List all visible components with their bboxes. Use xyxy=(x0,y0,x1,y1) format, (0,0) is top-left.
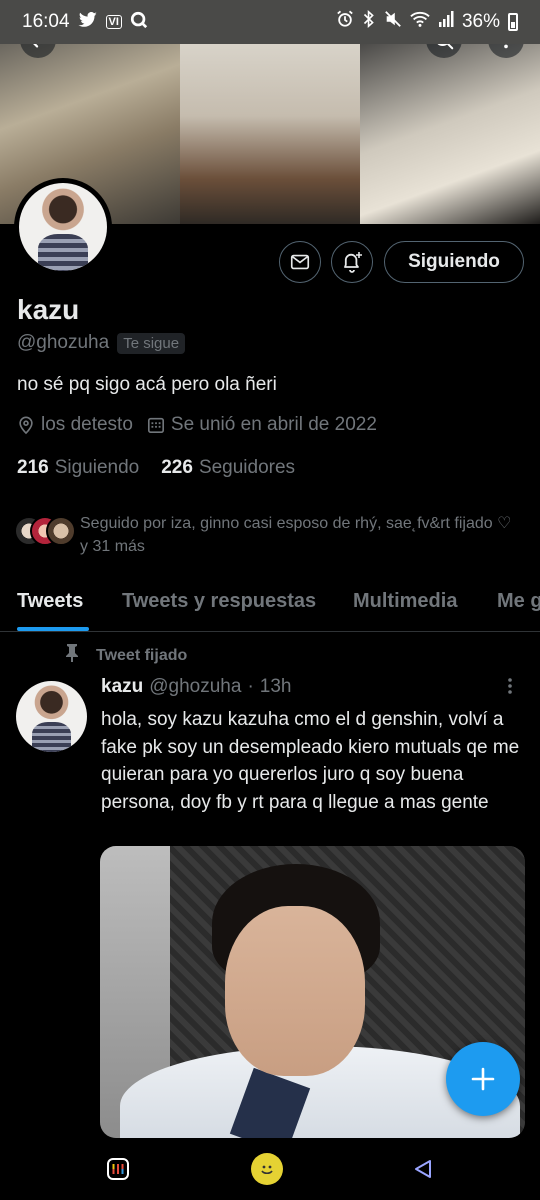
recents-button[interactable] xyxy=(101,1152,135,1186)
handle-row: @ghozuha Te sigue xyxy=(17,332,186,354)
bluetooth-icon xyxy=(362,9,376,34)
back-icon xyxy=(415,1160,431,1178)
avatar-image xyxy=(19,183,107,271)
profile-handle: @ghozuha xyxy=(17,332,110,353)
media-face xyxy=(225,906,365,1076)
location-pin-icon xyxy=(19,416,33,435)
following-label: Siguiendo xyxy=(54,457,140,478)
vi-icon: VI xyxy=(105,15,122,29)
plus-icon xyxy=(471,1067,495,1091)
active-tab-indicator xyxy=(17,627,89,631)
tweet-text: hola, soy kazu kazuha cmo el d genshin, … xyxy=(101,709,520,813)
mute-icon xyxy=(384,10,402,34)
profile-name: kazu xyxy=(17,294,80,325)
back-nav-button[interactable] xyxy=(406,1152,440,1186)
followers-count: 226 xyxy=(161,457,193,478)
profile-avatar[interactable] xyxy=(14,178,112,276)
tweet-timestamp: 13h xyxy=(259,676,292,697)
calendar-icon xyxy=(147,417,164,434)
pin-icon xyxy=(62,643,82,668)
envelope-icon xyxy=(290,254,310,270)
location-item: los detesto xyxy=(17,414,133,436)
tab-media[interactable]: Multimedia xyxy=(353,590,457,613)
home-button[interactable] xyxy=(251,1153,283,1185)
following-count: 216 xyxy=(17,457,49,478)
message-button[interactable] xyxy=(279,241,321,283)
tab-tweets[interactable]: Tweets xyxy=(17,590,83,613)
following-count-link[interactable]: 216 Siguiendo xyxy=(17,457,139,479)
banner-photo-door xyxy=(180,44,360,224)
followed-by-row[interactable]: Seguido por iza, ginno casi esposo de rh… xyxy=(14,512,520,558)
compose-tweet-button[interactable] xyxy=(446,1042,520,1116)
battery-level: 36% xyxy=(461,11,500,32)
signal-icon xyxy=(438,10,454,34)
alarm-icon xyxy=(336,10,354,34)
tab-likes[interactable]: Me g xyxy=(497,590,540,613)
tweet-author-avatar[interactable] xyxy=(16,681,87,752)
location-text: los detesto xyxy=(41,414,133,435)
follow-counts: 216 Siguiendo 226 Seguidores xyxy=(17,457,317,479)
profile-meta: los detesto Se unió en abril de 2022 xyxy=(17,414,391,436)
profile-bio: no sé pq sigo acá pero ola ñeri xyxy=(17,374,277,395)
tweet-separator: · xyxy=(247,676,254,697)
status-bar: 16:04 VI 36% xyxy=(0,0,540,44)
followers-label: Seguidores xyxy=(198,457,296,478)
status-left: 16:04 VI xyxy=(22,11,148,34)
system-nav-bar xyxy=(0,1138,540,1200)
home-icon xyxy=(261,1165,273,1175)
followed-by-text: Seguido por iza, ginno casi esposo de rh… xyxy=(80,515,512,555)
clock: 16:04 xyxy=(22,11,70,32)
profile-tabs: Tweets Tweets y respuestas Multimedia Me… xyxy=(0,570,540,632)
tweet-header: kazu @ghozuha · 13h xyxy=(101,676,291,698)
pinned-indicator: Tweet fijado xyxy=(62,643,187,668)
notifications-button[interactable] xyxy=(331,241,373,283)
tweet-more-button[interactable] xyxy=(502,674,518,704)
q-icon xyxy=(130,11,148,34)
banner-photo-table xyxy=(360,44,540,224)
followers-count-link[interactable]: 226 Seguidores xyxy=(161,457,295,479)
recents-icon xyxy=(107,1158,129,1180)
tweet-author-handle: @ghozuha xyxy=(149,676,242,697)
twitter-icon xyxy=(77,11,98,33)
battery-icon xyxy=(508,13,518,31)
pinned-label: Tweet fijado xyxy=(96,646,188,664)
tweet-author-name[interactable]: kazu xyxy=(101,676,143,698)
following-button[interactable]: Siguiendo xyxy=(384,241,524,283)
bell-plus-icon xyxy=(344,252,362,273)
joined-item: Se unió en abril de 2022 xyxy=(147,414,377,436)
more-vertical-icon xyxy=(508,678,512,694)
follows-you-badge: Te sigue xyxy=(117,332,186,354)
status-right: 36% xyxy=(336,9,518,34)
followed-by-avatars xyxy=(14,516,76,550)
wifi-icon xyxy=(410,10,430,34)
tab-tweets-replies[interactable]: Tweets y respuestas xyxy=(122,590,316,613)
follower-avatar xyxy=(46,516,76,546)
joined-text: Se unió en abril de 2022 xyxy=(170,414,377,435)
